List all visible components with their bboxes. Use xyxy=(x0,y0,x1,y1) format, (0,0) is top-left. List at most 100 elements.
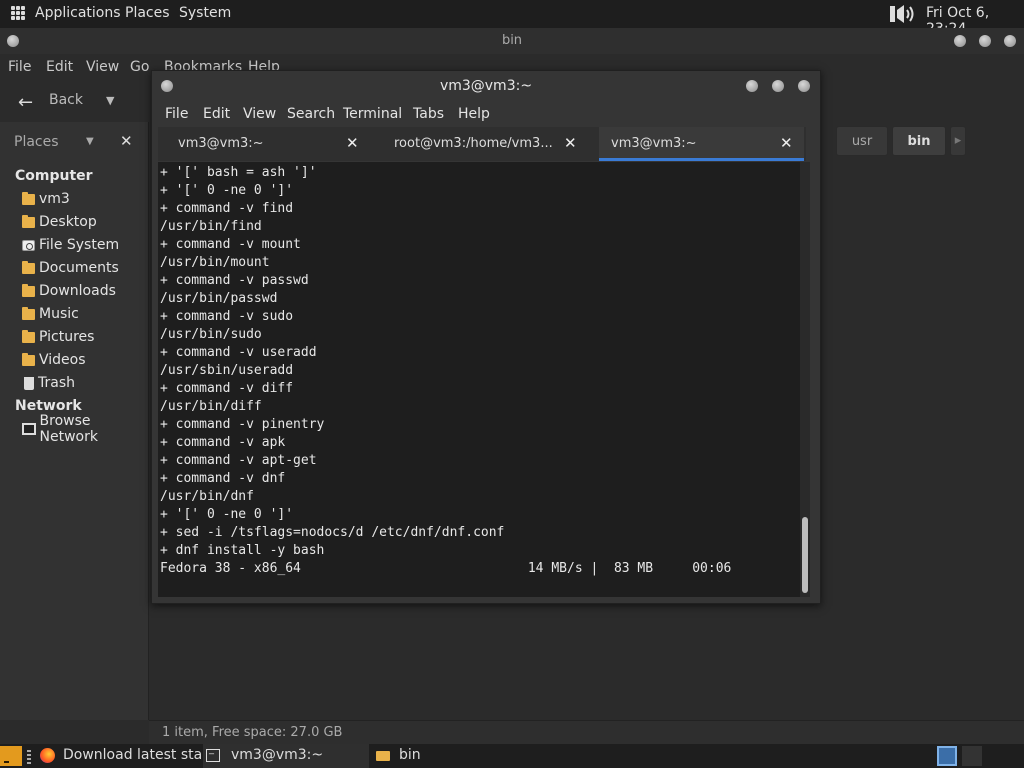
status-text: 1 item, Free space: 27.0 GB xyxy=(162,725,343,740)
sidebar-item-downloads[interactable]: Downloads xyxy=(22,280,148,302)
maximize-button[interactable] xyxy=(979,35,991,47)
maximize-button[interactable] xyxy=(772,80,784,92)
terminal-line: + command -v useradd xyxy=(160,345,317,360)
sidebar-item-trash[interactable]: Trash xyxy=(22,372,148,394)
minimize-button[interactable] xyxy=(746,80,758,92)
back-button[interactable]: Back xyxy=(49,92,83,108)
folder-icon xyxy=(376,751,390,761)
tab-2[interactable]: root@vm3:/home/vm3... ✕ xyxy=(376,127,596,161)
scrollbar-thumb[interactable] xyxy=(802,517,808,593)
sidebar-item-videos[interactable]: Videos xyxy=(22,349,148,371)
menu-view[interactable]: View xyxy=(86,59,119,75)
places-menu[interactable]: Places xyxy=(125,5,170,21)
folder-icon xyxy=(22,329,35,343)
firefox-icon xyxy=(40,748,55,763)
sidebar-item-label: Documents xyxy=(39,260,119,276)
applications-menu[interactable]: Applications xyxy=(35,5,121,21)
menu-go[interactable]: Go xyxy=(130,59,149,75)
minimize-button[interactable] xyxy=(954,35,966,47)
tab-close-icon[interactable]: ✕ xyxy=(780,134,793,152)
taskbar-item-browser[interactable]: Download latest sta... xyxy=(37,744,216,768)
window-menu-button[interactable] xyxy=(7,35,19,47)
menu-terminal[interactable]: Terminal xyxy=(343,106,402,122)
path-crumb-usr[interactable]: usr xyxy=(836,126,888,156)
terminal-line: + sed -i /tsflags=nodocs/d /etc/dnf/dnf.… xyxy=(160,525,505,540)
folder-icon xyxy=(22,352,35,366)
close-icon[interactable]: ✕ xyxy=(120,132,133,150)
terminal-line: /usr/bin/mount xyxy=(160,255,270,270)
sidebar-heading-network: Network xyxy=(15,398,82,414)
menu-search[interactable]: Search xyxy=(287,106,335,122)
terminal-lines: + '[' bash = ash ']' + '[' 0 -ne 0 ']' + c… xyxy=(160,164,731,578)
terminal-line: + command -v diff xyxy=(160,381,294,396)
terminal-line: + command -v apk xyxy=(160,435,286,450)
show-desktop-button[interactable] xyxy=(0,746,22,766)
menu-edit[interactable]: Edit xyxy=(46,59,73,75)
terminal-line: /usr/bin/dnf xyxy=(160,489,254,504)
workspace-2-button[interactable] xyxy=(962,746,982,766)
path-crumb-bin[interactable]: bin xyxy=(892,126,946,156)
workspace-1-button[interactable] xyxy=(937,746,957,766)
taskbar-item-label: vm3@vm3:~ xyxy=(231,747,324,763)
tab-3-active[interactable]: vm3@vm3:~ ✕ xyxy=(599,127,804,161)
terminal-line: + command -v mount xyxy=(160,237,301,252)
sidebar-item-label: Desktop xyxy=(39,214,97,230)
places-selector[interactable]: Places xyxy=(14,134,59,150)
sidebar-item-pictures[interactable]: Pictures xyxy=(22,326,148,348)
system-menu[interactable]: System xyxy=(179,5,231,21)
close-button[interactable] xyxy=(1004,35,1016,47)
menu-file[interactable]: File xyxy=(165,106,188,122)
close-button[interactable] xyxy=(798,80,810,92)
tab-close-icon[interactable]: ✕ xyxy=(346,134,359,152)
taskbar-item-terminal[interactable]: vm3@vm3:~ xyxy=(203,744,369,768)
file-manager-titlebar[interactable]: bin xyxy=(0,28,1024,54)
sidebar-item-label: Music xyxy=(39,306,79,322)
sidebar-item-music[interactable]: Music xyxy=(22,303,148,325)
terminal-tab-bar: vm3@vm3:~ ✕ root@vm3:/home/vm3... ✕ vm3@… xyxy=(158,127,806,161)
terminal-scrollbar[interactable] xyxy=(800,162,810,597)
folder-icon xyxy=(22,306,35,320)
sidebar-item-label: Videos xyxy=(39,352,86,368)
places-sidebar: Places ▼ ✕ Computer vm3 Desktop File Sys… xyxy=(0,122,149,720)
tab-1[interactable]: vm3@vm3:~ ✕ xyxy=(158,127,372,161)
folder-icon xyxy=(22,214,35,228)
drive-icon xyxy=(22,239,35,251)
path-forward-arrow-icon[interactable]: ▸ xyxy=(950,126,966,156)
terminal-titlebar[interactable]: vm3@vm3:~ xyxy=(152,71,820,101)
tab-close-icon[interactable]: ✕ xyxy=(564,134,577,152)
terminal-line: + '[' 0 -ne 0 ']' xyxy=(160,183,294,198)
menu-help[interactable]: Help xyxy=(458,106,490,122)
top-panel: Applications Places System Fri Oct 6, 23… xyxy=(0,0,1024,37)
terminal-line: + '[' bash = ash ']' xyxy=(160,165,317,180)
menu-view[interactable]: View xyxy=(243,106,276,122)
taskbar-handle[interactable] xyxy=(27,750,31,764)
tab-label: root@vm3:/home/vm3... xyxy=(394,136,553,151)
sidebar-item-label: Downloads xyxy=(39,283,116,299)
taskbar-item-file-manager[interactable]: bin xyxy=(371,744,491,768)
sidebar-item-vm3[interactable]: vm3 xyxy=(22,188,148,210)
chevron-down-icon[interactable]: ▼ xyxy=(86,136,94,147)
trash-icon xyxy=(24,376,34,390)
apps-grid-icon[interactable] xyxy=(11,6,25,20)
sidebar-item-label: Browse Network xyxy=(39,413,98,445)
terminal-icon xyxy=(206,744,220,762)
menu-tabs[interactable]: Tabs xyxy=(413,106,444,122)
terminal-line: /usr/bin/find xyxy=(160,219,262,234)
terminal-line: + command -v dnf xyxy=(160,471,286,486)
sidebar-item-file-system[interactable]: File System xyxy=(22,234,148,256)
sidebar-item-documents[interactable]: Documents xyxy=(22,257,148,279)
terminal-line: /usr/sbin/useradd xyxy=(160,363,294,378)
back-arrow-icon[interactable]: ← xyxy=(18,92,33,113)
menu-edit[interactable]: Edit xyxy=(203,106,230,122)
places-header: Places ▼ ✕ xyxy=(0,122,148,162)
sidebar-item-browse-network[interactable]: Browse Network xyxy=(22,413,148,445)
network-icon xyxy=(22,423,36,435)
taskbar-item-label: bin xyxy=(399,747,421,763)
terminal-line: + command -v pinentry xyxy=(160,417,325,432)
volume-icon[interactable] xyxy=(889,3,919,25)
sidebar-item-desktop[interactable]: Desktop xyxy=(22,211,148,233)
menu-file[interactable]: File xyxy=(8,59,31,75)
home-folder-icon xyxy=(22,191,35,205)
terminal-output[interactable]: + '[' bash = ash ']' + '[' 0 -ne 0 ']' + c… xyxy=(158,162,800,597)
back-history-caret-icon[interactable]: ▼ xyxy=(106,94,114,107)
